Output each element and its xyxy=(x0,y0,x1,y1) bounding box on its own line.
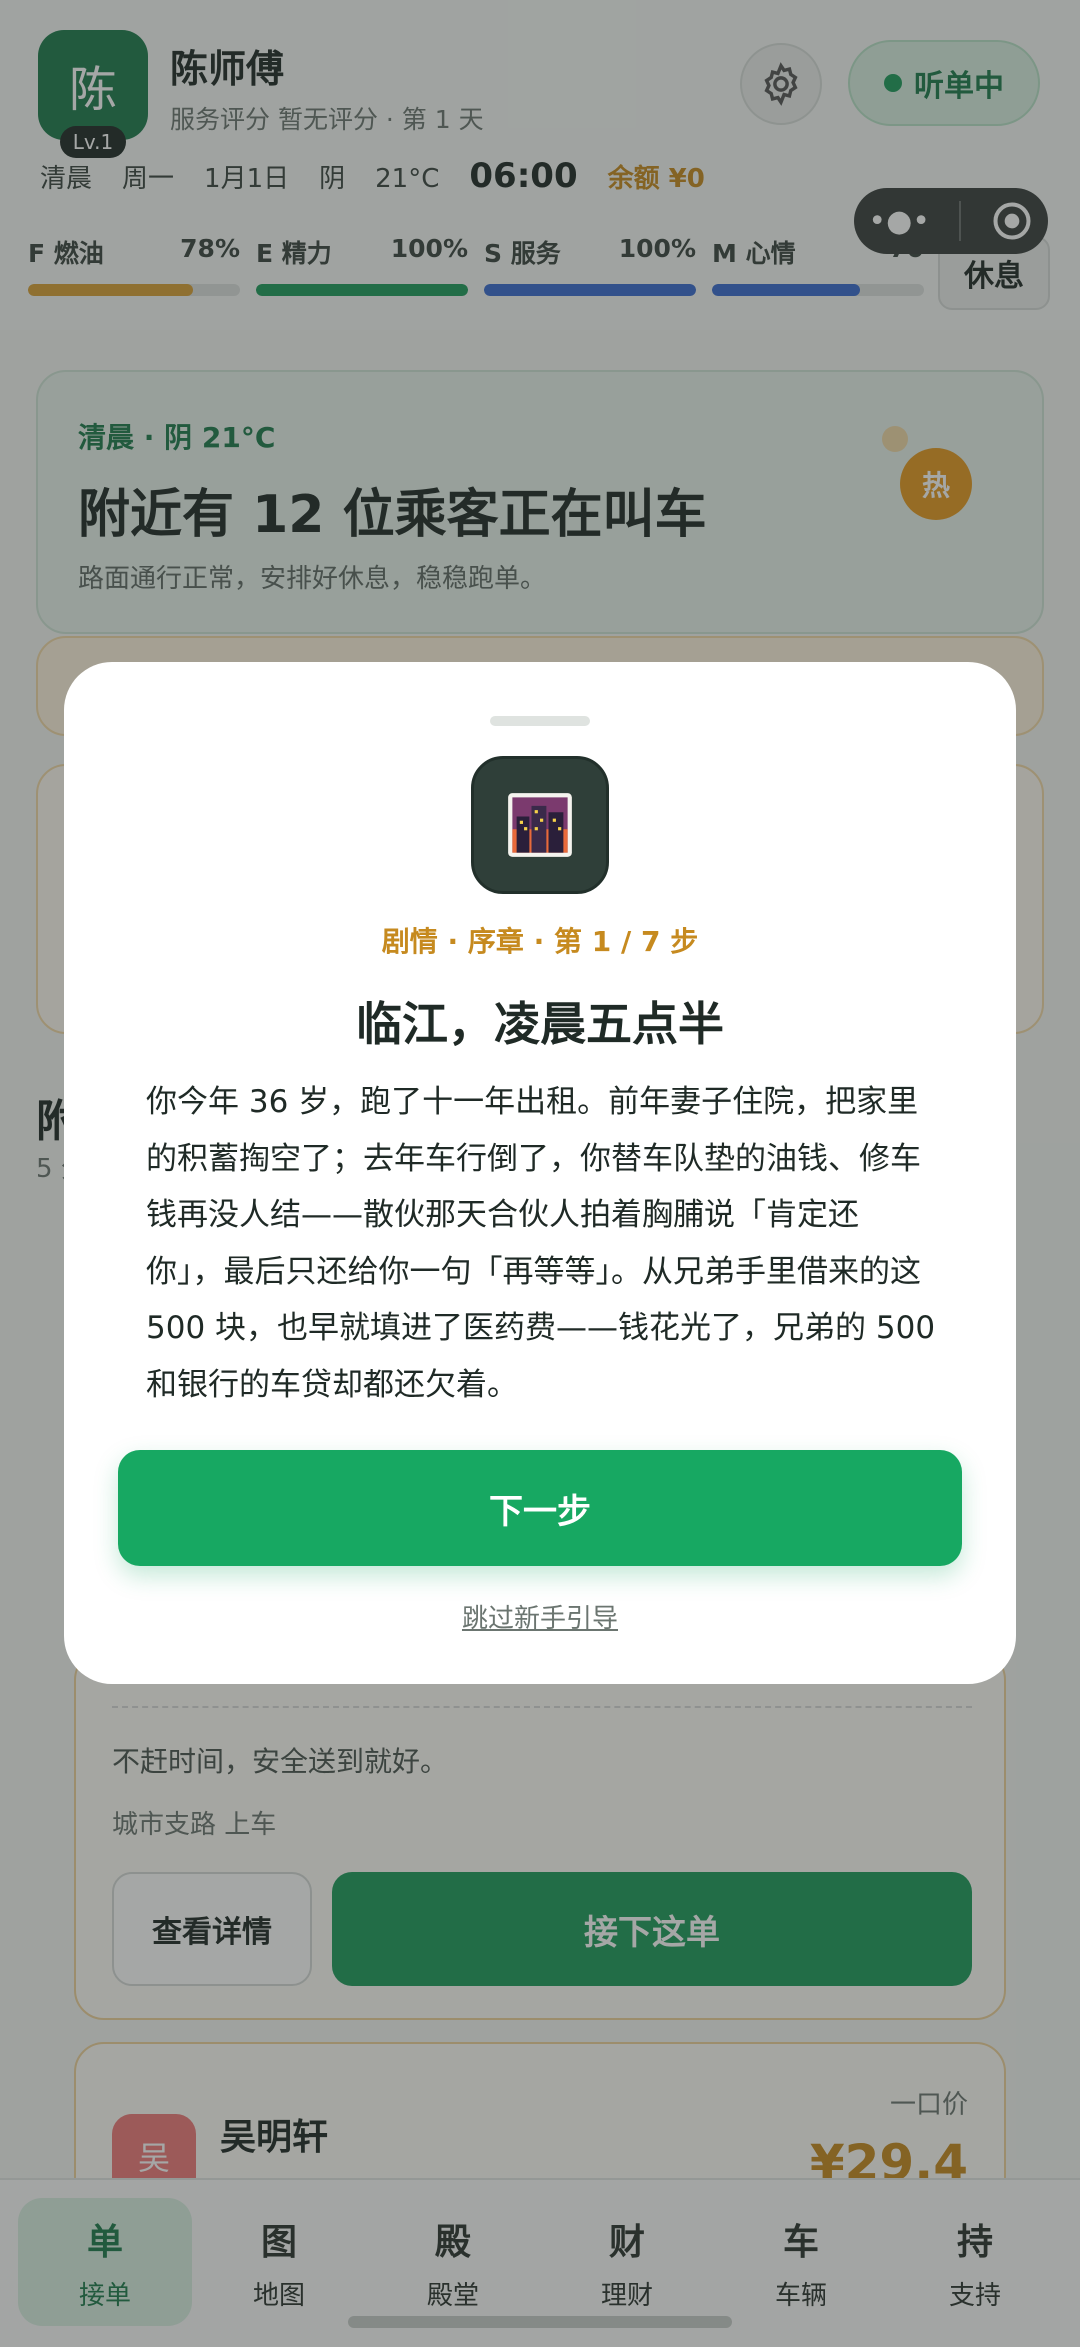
story-title: 临江，凌晨五点半 xyxy=(356,997,724,1051)
story-body: 你今年 36 岁，跑了十一年出租。前年妻子住院，把家里的积蓄掏空了；去年车行倒了… xyxy=(146,1084,936,1403)
grab-handle[interactable] xyxy=(490,716,590,726)
skip-tutorial-link[interactable]: 跳过新手引导 xyxy=(64,1598,1016,1635)
city-night-icon xyxy=(508,793,572,857)
next-step-button[interactable]: 下一步 xyxy=(118,1450,962,1566)
story-step-tag: 剧情 · 序章 · 第 1 / 7 步 xyxy=(381,925,699,958)
story-icon-frame xyxy=(471,756,609,894)
story-modal: 剧情 · 序章 · 第 1 / 7 步 临江，凌晨五点半 你今年 36 岁，跑了… xyxy=(64,662,1016,1684)
